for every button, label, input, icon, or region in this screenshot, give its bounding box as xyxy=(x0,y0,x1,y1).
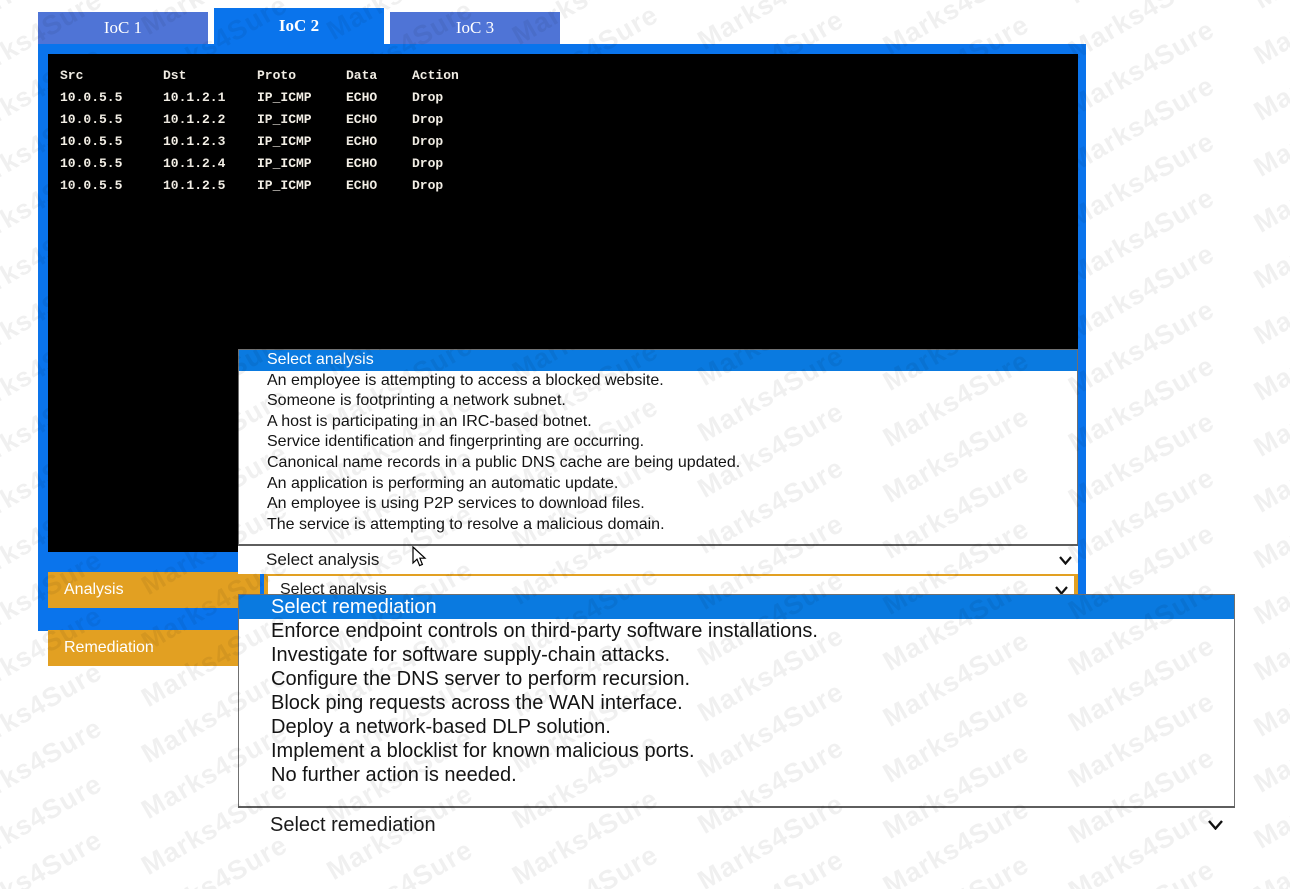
cell-src: 10.0.5.5 xyxy=(60,112,163,134)
remediation-option[interactable]: Block ping requests across the WAN inter… xyxy=(239,691,1234,715)
analysis-option[interactable]: An employee is using P2P services to dow… xyxy=(239,494,1077,515)
tab-ioc-3[interactable]: IoC 3 xyxy=(390,12,560,44)
analysis-dropdown-closed-value[interactable]: Select analysis xyxy=(238,544,1078,574)
column-header-proto: Proto xyxy=(257,68,346,90)
tab-label: IoC 1 xyxy=(104,18,142,38)
remediation-option[interactable]: Enforce endpoint controls on third-party… xyxy=(239,619,1234,643)
column-header-data: Data xyxy=(346,68,412,90)
cell-dst: 10.1.2.3 xyxy=(163,134,257,156)
cell-src: 10.0.5.5 xyxy=(60,156,163,178)
column-header-dst: Dst xyxy=(163,68,257,90)
cell-proto: IP_ICMP xyxy=(257,178,346,200)
cell-data: ECHO xyxy=(346,134,412,156)
cell-src: 10.0.5.5 xyxy=(60,178,163,200)
cell-action: Drop xyxy=(412,112,502,134)
mouse-cursor xyxy=(412,546,428,573)
table-row: 10.0.5.510.1.2.1IP_ICMPECHODrop xyxy=(60,90,502,112)
cell-dst: 10.1.2.1 xyxy=(163,90,257,112)
analysis-dropdown-value: Select analysis xyxy=(238,550,1052,570)
chevron-down-icon xyxy=(1195,817,1235,834)
analysis-option[interactable]: Select analysis xyxy=(239,350,1077,371)
cell-proto: IP_ICMP xyxy=(257,112,346,134)
packet-log-table: Src Dst Proto Data Action 10.0.5.510.1.2… xyxy=(60,68,502,200)
cell-data: ECHO xyxy=(346,156,412,178)
table-row: 10.0.5.510.1.2.5IP_ICMPECHODrop xyxy=(60,178,502,200)
cell-dst: 10.1.2.2 xyxy=(163,112,257,134)
analysis-option[interactable]: Service identification and fingerprintin… xyxy=(239,432,1077,453)
table-row: 10.0.5.510.1.2.4IP_ICMPECHODrop xyxy=(60,156,502,178)
cell-proto: IP_ICMP xyxy=(257,90,346,112)
tab-ioc-2[interactable]: IoC 2 xyxy=(214,8,384,44)
cell-action: Drop xyxy=(412,156,502,178)
remediation-dropdown-value: Select remediation xyxy=(238,814,1195,837)
cell-action: Drop xyxy=(412,90,502,112)
cell-action: Drop xyxy=(412,134,502,156)
remediation-option[interactable]: No further action is needed. xyxy=(239,763,1234,787)
analysis-option[interactable]: A host is participating in an IRC-based … xyxy=(239,412,1077,433)
cell-dst: 10.1.2.4 xyxy=(163,156,257,178)
remediation-option[interactable]: Implement a blocklist for known maliciou… xyxy=(239,739,1234,763)
tab-label: IoC 2 xyxy=(279,16,319,36)
column-header-action: Action xyxy=(412,68,502,90)
analysis-option[interactable]: The service is attempting to resolve a m… xyxy=(239,515,1077,536)
remediation-option[interactable]: Configure the DNS server to perform recu… xyxy=(239,667,1234,691)
analysis-label: Analysis xyxy=(48,572,260,608)
cell-proto: IP_ICMP xyxy=(257,156,346,178)
analysis-option[interactable]: Canonical name records in a public DNS c… xyxy=(239,453,1077,474)
table-row: 10.0.5.510.1.2.3IP_ICMPECHODrop xyxy=(60,134,502,156)
remediation-label: Remediation xyxy=(48,630,260,666)
cell-proto: IP_ICMP xyxy=(257,134,346,156)
analysis-option[interactable]: An employee is attempting to access a bl… xyxy=(239,371,1077,392)
remediation-option[interactable]: Select remediation xyxy=(239,595,1234,619)
cell-dst: 10.1.2.5 xyxy=(163,178,257,200)
cell-action: Drop xyxy=(412,178,502,200)
cell-data: ECHO xyxy=(346,112,412,134)
remediation-dropdown-closed-value[interactable]: Select remediation xyxy=(238,806,1235,842)
analysis-dropdown-list[interactable]: Select analysisAn employee is attempting… xyxy=(238,349,1078,545)
cell-src: 10.0.5.5 xyxy=(60,134,163,156)
tab-bar: IoC 1 IoC 2 IoC 3 xyxy=(38,8,1086,44)
chevron-down-icon xyxy=(1052,553,1078,568)
cell-data: ECHO xyxy=(346,90,412,112)
table-header-row: Src Dst Proto Data Action xyxy=(60,68,502,90)
analysis-option[interactable]: Someone is footprinting a network subnet… xyxy=(239,391,1077,412)
table-row: 10.0.5.510.1.2.2IP_ICMPECHODrop xyxy=(60,112,502,134)
tab-label: IoC 3 xyxy=(456,18,494,38)
tab-ioc-1[interactable]: IoC 1 xyxy=(38,12,208,44)
cell-data: ECHO xyxy=(346,178,412,200)
cell-src: 10.0.5.5 xyxy=(60,90,163,112)
remediation-option[interactable]: Investigate for software supply-chain at… xyxy=(239,643,1234,667)
column-header-src: Src xyxy=(60,68,163,90)
remediation-option[interactable]: Deploy a network-based DLP solution. xyxy=(239,715,1234,739)
analysis-option[interactable]: An application is performing an automati… xyxy=(239,474,1077,495)
remediation-dropdown-list[interactable]: Select remediationEnforce endpoint contr… xyxy=(238,594,1235,810)
packet-log-body: 10.0.5.510.1.2.1IP_ICMPECHODrop10.0.5.51… xyxy=(60,90,502,200)
